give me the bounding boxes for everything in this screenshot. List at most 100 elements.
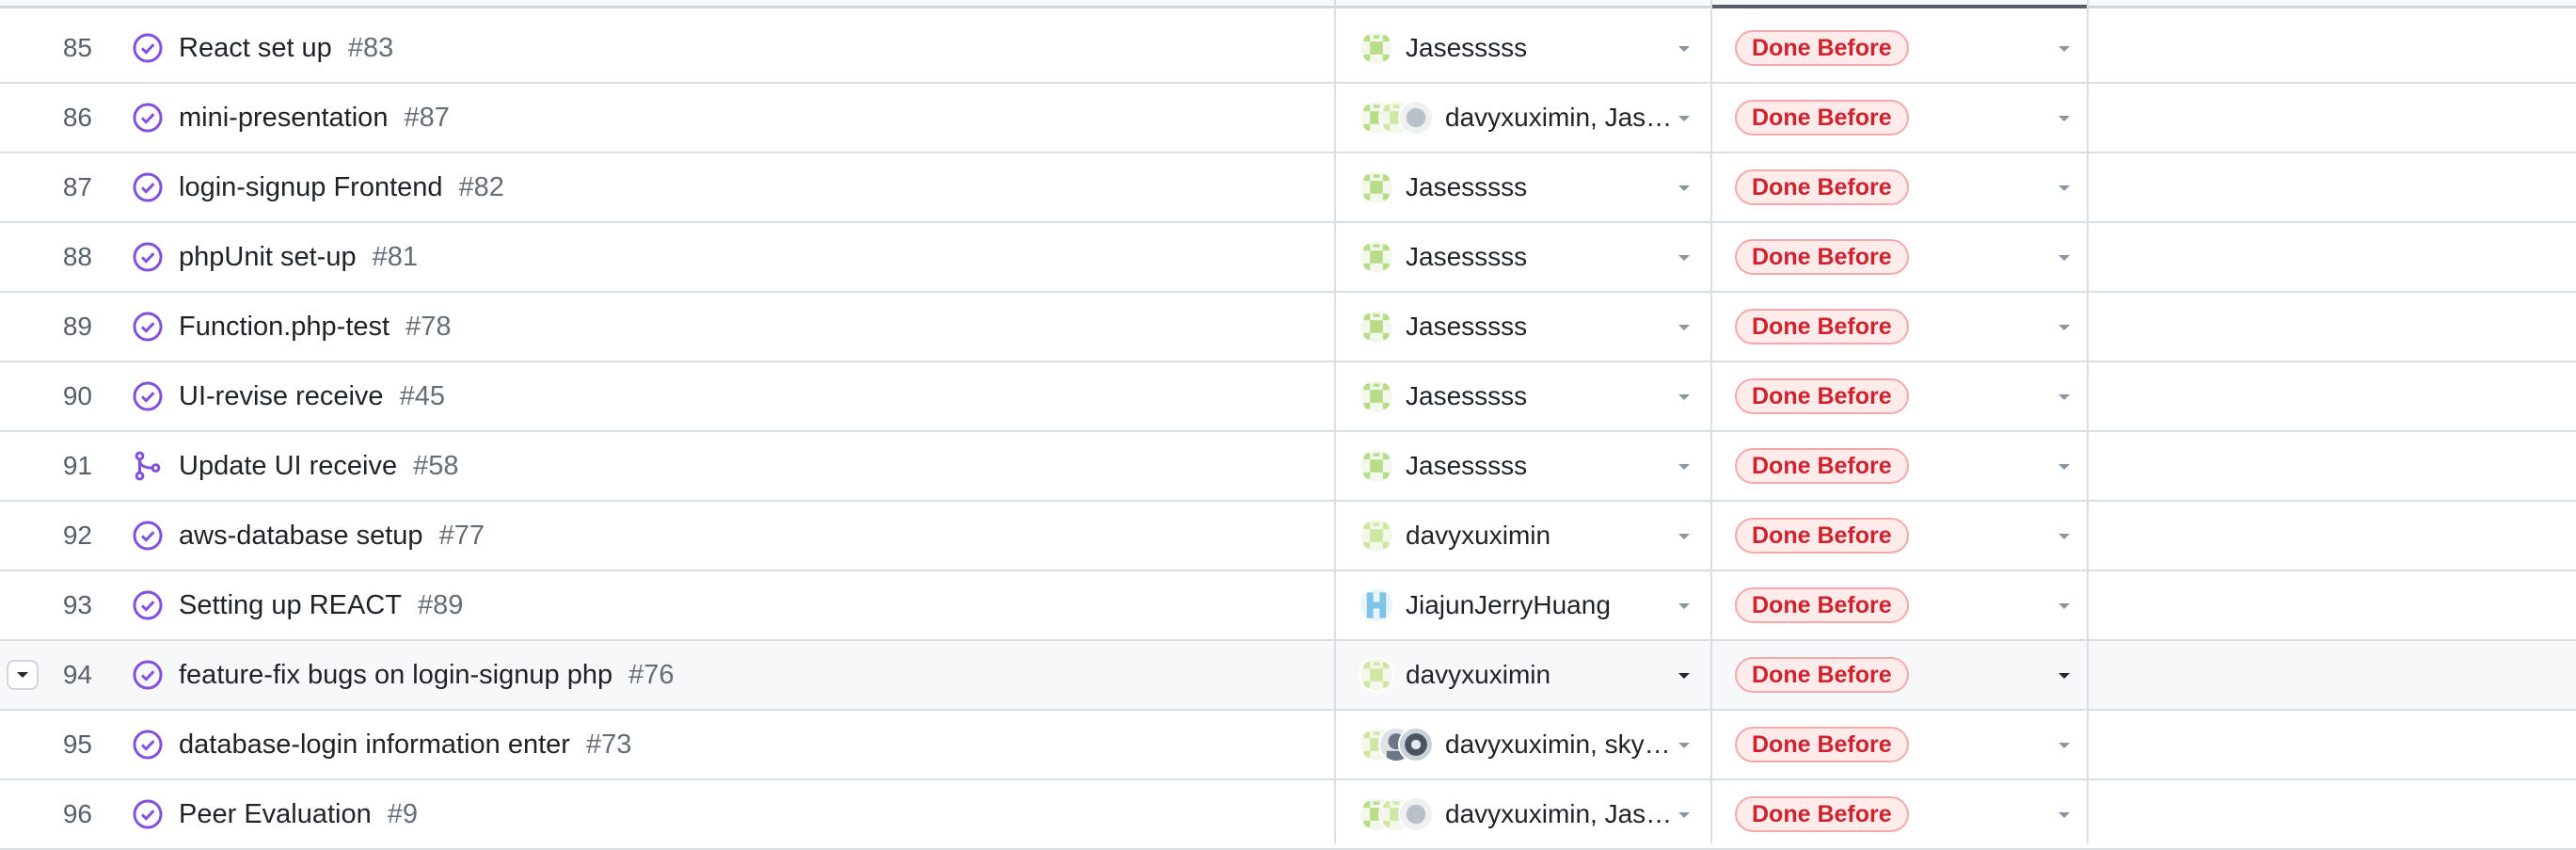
assignees-cell[interactable]: Jasesssss <box>1359 14 1707 82</box>
assignees-dropdown-icon[interactable] <box>1677 741 1692 750</box>
issue-title-cell[interactable]: Update UI receive #58 <box>132 432 1336 500</box>
issue-title-cell[interactable]: Setting up REACT #89 <box>132 571 1336 639</box>
assignees-dropdown-icon[interactable] <box>1677 601 1692 611</box>
assignees-cell[interactable]: Jasesssss <box>1359 432 1707 500</box>
issue-title-cell[interactable]: React set up #83 <box>132 14 1336 82</box>
assignees-dropdown-icon[interactable] <box>1677 462 1692 472</box>
assignee-avatars <box>1359 378 1394 414</box>
issue-title-cell[interactable]: UI-revise receive #45 <box>132 362 1336 430</box>
assignees-dropdown-icon[interactable] <box>1677 44 1692 54</box>
table-row[interactable]: 87 login-signup Frontend #82 Jasesssss Done … <box>0 153 2576 223</box>
status-cell[interactable]: Done Before <box>1735 432 2092 500</box>
assignees-dropdown-icon[interactable] <box>1677 810 1692 820</box>
table-row[interactable]: 86 mini-presentation #87 davyxuximin, Jas… D… <box>0 84 2576 153</box>
issue-title-cell[interactable]: aws-database setup #77 <box>132 502 1336 569</box>
assignees-dropdown-icon[interactable] <box>1677 393 1692 402</box>
issue-title-link[interactable]: database-login information enter <box>179 730 570 761</box>
table-row[interactable]: 91 Update UI receive #58 Jasesssss Done Befo… <box>0 432 2576 502</box>
table-row[interactable]: 89 Function.php-test #78 Jasesssss Done Befo… <box>0 293 2576 362</box>
assignee-avatars <box>1359 169 1394 205</box>
table-row[interactable]: 88 phpUnit set-up #81 Jasesssss Done Before <box>0 223 2576 293</box>
assignees-cell[interactable]: davyxuximin <box>1359 502 1707 569</box>
status-dropdown-icon[interactable] <box>2057 810 2072 820</box>
table-row[interactable]: 94 feature-fix bugs on login-signup php #7… <box>0 641 2576 711</box>
row-number: 87 <box>62 172 92 201</box>
avatar <box>1359 309 1394 345</box>
issue-title-link[interactable]: phpUnit set-up <box>179 242 357 273</box>
issue-title-cell[interactable]: Function.php-test #78 <box>132 293 1336 361</box>
assignee-avatars <box>1359 587 1394 623</box>
assignees-dropdown-icon[interactable] <box>1677 253 1692 263</box>
table-row[interactable]: 96 Peer Evaluation #9 davyxuximin, Jas… Done… <box>0 780 2576 850</box>
status-cell[interactable]: Done Before <box>1735 84 2092 152</box>
status-badge: Done Before <box>1735 30 1909 66</box>
assignees-cell[interactable]: davyxuximin, Jas… <box>1359 780 1707 848</box>
issue-title-link[interactable]: aws-database setup <box>179 521 423 552</box>
row-number: 93 <box>62 590 92 619</box>
status-cell[interactable]: Done Before <box>1735 14 2092 82</box>
assignees-cell[interactable]: Jasesssss <box>1359 293 1707 361</box>
assignees-cell[interactable]: Jasesssss <box>1359 153 1707 221</box>
status-dropdown-icon[interactable] <box>2057 601 2072 611</box>
status-badge: Done Before <box>1735 796 1909 832</box>
status-dropdown-icon[interactable] <box>2057 532 2072 541</box>
assignees-dropdown-icon[interactable] <box>1677 114 1692 123</box>
done-circle-icon <box>132 32 164 64</box>
status-dropdown-icon[interactable] <box>2057 462 2072 472</box>
status-cell[interactable]: Done Before <box>1735 293 2092 361</box>
assignees-cell[interactable]: JiajunJerryHuang <box>1359 571 1707 639</box>
assignees-dropdown-icon[interactable] <box>1677 532 1692 541</box>
issue-title-cell[interactable]: login-signup Frontend #82 <box>132 153 1336 221</box>
status-cell[interactable]: Done Before <box>1735 780 2092 848</box>
status-cell[interactable]: Done Before <box>1735 641 2092 709</box>
done-circle-icon <box>132 520 164 552</box>
assignees-cell[interactable]: davyxuximin, sky… <box>1359 711 1707 778</box>
table-row[interactable]: 90 UI-revise receive #45 Jasesssss Done Befo… <box>0 362 2576 432</box>
assignees-dropdown-icon[interactable] <box>1677 323 1692 332</box>
avatar <box>1359 587 1394 623</box>
issue-title-link[interactable]: React set up <box>179 33 332 64</box>
issue-title-link[interactable]: Setting up REACT <box>179 590 402 621</box>
assignees-cell[interactable]: Jasesssss <box>1359 362 1707 430</box>
status-cell[interactable]: Done Before <box>1735 571 2092 639</box>
status-dropdown-icon[interactable] <box>2057 393 2072 402</box>
status-cell[interactable]: Done Before <box>1735 362 2092 430</box>
issue-title-link[interactable]: Peer Evaluation <box>179 799 372 830</box>
assignees-cell[interactable]: davyxuximin, Jas… <box>1359 84 1707 152</box>
issue-title-link[interactable]: login-signup Frontend <box>179 172 443 203</box>
issue-title-cell[interactable]: mini-presentation #87 <box>132 84 1336 152</box>
status-cell[interactable]: Done Before <box>1735 223 2092 291</box>
issue-title-link[interactable]: Update UI receive <box>179 451 397 482</box>
issue-number: #45 <box>399 380 445 411</box>
issue-title-link[interactable]: Function.php-test <box>179 312 390 343</box>
issue-title-cell[interactable]: feature-fix bugs on login-signup php #76 <box>132 641 1336 709</box>
row-number: 91 <box>62 451 92 480</box>
assignees-dropdown-icon[interactable] <box>1677 671 1692 681</box>
status-dropdown-icon[interactable] <box>2057 741 2072 750</box>
table-row[interactable]: 93 Setting up REACT #89 JiajunJerryHuang Don… <box>0 571 2576 641</box>
status-dropdown-icon[interactable] <box>2057 671 2072 681</box>
table-row[interactable]: 92 aws-database setup #77 davyxuximin Done B… <box>0 502 2576 571</box>
assignees-cell[interactable]: davyxuximin <box>1359 641 1707 709</box>
avatar <box>1398 727 1434 762</box>
table-row[interactable]: 85 React set up #83 Jasesssss Done Before <box>0 14 2576 84</box>
status-dropdown-icon[interactable] <box>2057 114 2072 123</box>
table-row[interactable]: 95 database-login information enter #73 dav… <box>0 711 2576 780</box>
assignees-cell[interactable]: Jasesssss <box>1359 223 1707 291</box>
status-cell[interactable]: Done Before <box>1735 502 2092 569</box>
issue-title-link[interactable]: UI-revise receive <box>179 381 384 412</box>
status-dropdown-icon[interactable] <box>2057 184 2072 193</box>
status-dropdown-icon[interactable] <box>2057 253 2072 263</box>
issue-title-cell[interactable]: Peer Evaluation #9 <box>132 780 1336 848</box>
status-dropdown-icon[interactable] <box>2057 44 2072 54</box>
status-cell[interactable]: Done Before <box>1735 153 2092 221</box>
avatar <box>1359 518 1394 553</box>
status-cell[interactable]: Done Before <box>1735 711 2092 778</box>
status-badge: Done Before <box>1735 657 1909 693</box>
issue-title-link[interactable]: feature-fix bugs on login-signup php <box>179 660 612 691</box>
issue-title-cell[interactable]: phpUnit set-up #81 <box>132 223 1336 291</box>
issue-title-link[interactable]: mini-presentation <box>179 103 388 134</box>
issue-title-cell[interactable]: database-login information enter #73 <box>132 711 1336 778</box>
status-dropdown-icon[interactable] <box>2057 323 2072 332</box>
assignees-dropdown-icon[interactable] <box>1677 184 1692 193</box>
